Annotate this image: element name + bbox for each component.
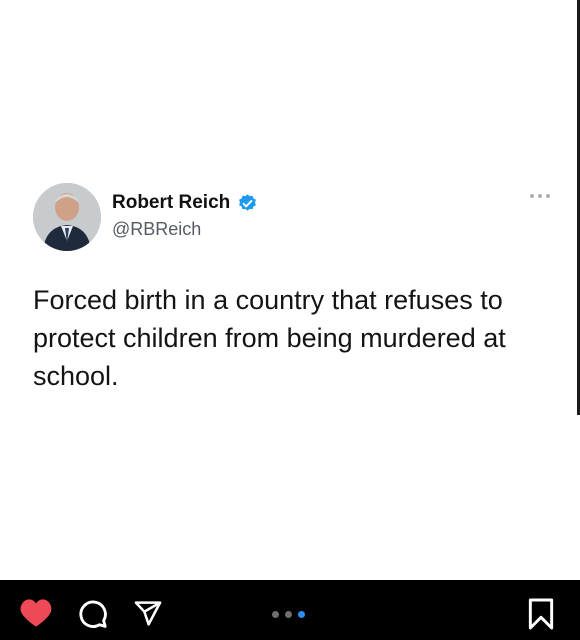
verified-badge-icon bbox=[239, 194, 256, 211]
carousel-dot-2[interactable] bbox=[285, 611, 292, 618]
bookmark-icon[interactable] bbox=[527, 598, 555, 630]
tweet-card: Robert Reich @RBReich Forced birth in a … bbox=[0, 0, 577, 580]
author-name[interactable]: Robert Reich bbox=[112, 192, 230, 214]
heart-icon[interactable] bbox=[19, 598, 53, 628]
more-options-icon[interactable] bbox=[530, 194, 550, 198]
carousel-dot-1[interactable] bbox=[272, 611, 279, 618]
comment-icon[interactable] bbox=[77, 598, 108, 629]
carousel-indicator bbox=[272, 611, 305, 618]
carousel-dot-3-active[interactable] bbox=[298, 611, 305, 618]
tweet-text: Forced birth in a country that refuses t… bbox=[33, 285, 506, 391]
author-handle[interactable]: @RBReich bbox=[112, 219, 201, 240]
send-icon[interactable] bbox=[133, 599, 163, 628]
avatar[interactable] bbox=[33, 183, 101, 251]
